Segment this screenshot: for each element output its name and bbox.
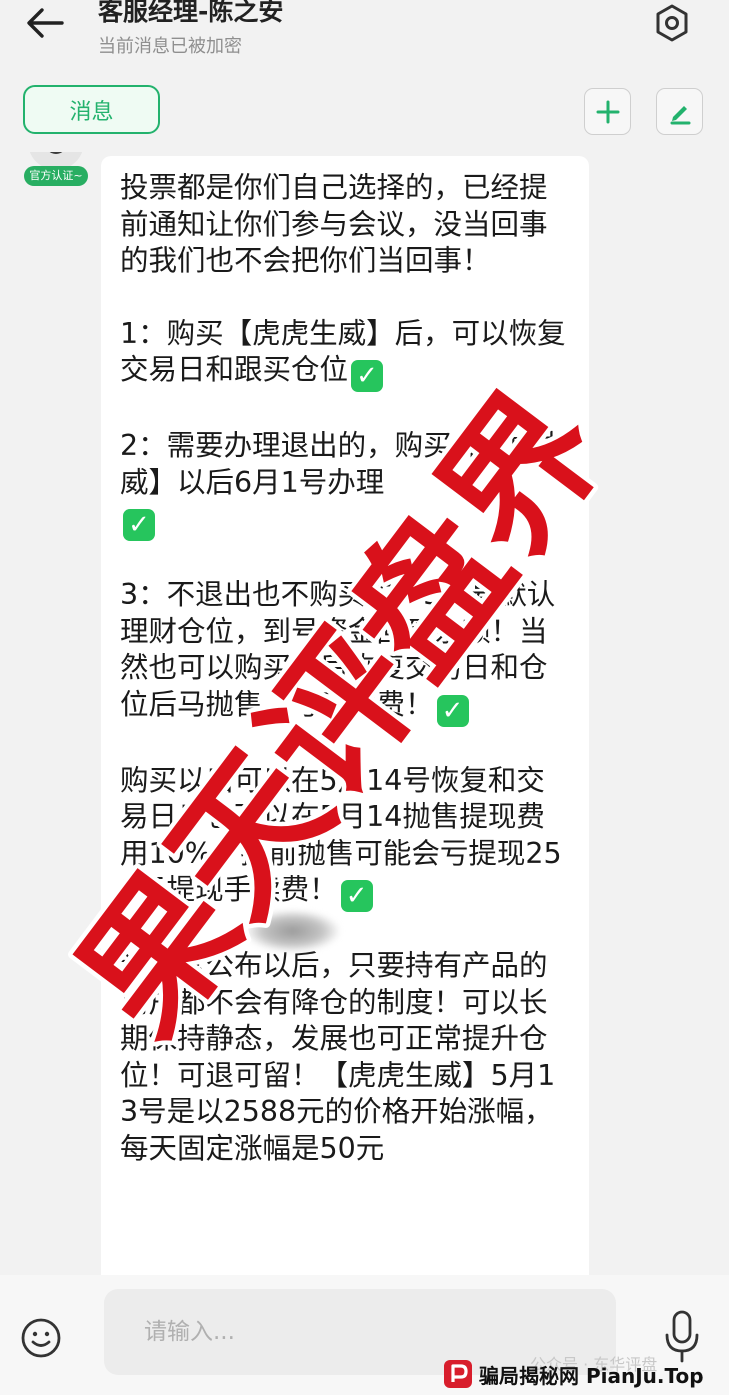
brand-text: 骗局揭秘网 PianJu.Top: [479, 1363, 704, 1388]
check-mark-icon: ✓: [351, 360, 384, 392]
smiley-icon: [21, 1318, 61, 1358]
settings-icon: [656, 4, 688, 42]
message-text: 3：不退出也不购买的，5月号默认理财仓位，到号资金回到余额！当然也可以购买以后恢…: [120, 578, 556, 721]
edit-button[interactable]: [656, 88, 703, 135]
settings-button[interactable]: [652, 2, 692, 44]
arrow-left-icon: [27, 8, 64, 38]
message-paragraph: 3：不退出也不购买的，5月号默认理财仓位，到号资金回到余额！当然也可以购买以后恢…: [120, 577, 571, 727]
message-paragraph: 投票都是你们自己选择的，已经提前通知让你们参与会议，没当回事的我们也不会把你们当…: [120, 170, 571, 280]
message-bubble[interactable]: 投票都是你们自己选择的，已经提前通知让你们参与会议，没当回事的我们也不会把你们当…: [101, 156, 589, 1286]
official-verified-badge: 官方认证~: [24, 166, 88, 186]
chat-title: 客服经理-陈之安: [98, 0, 284, 26]
pencil-icon: [670, 105, 690, 124]
tab-messages[interactable]: 消息: [23, 85, 160, 134]
message-text: 该制度公布以后，只要持有产品的用户都不会有降仓的制度！可以长期保持静态，发展也可…: [120, 949, 556, 1165]
message-text: 2：需要办理退出的，购买【虎虎生威】以后6月1号办理: [120, 429, 566, 499]
message-paragraph: 该制度公布以后，只要持有产品的用户都不会有降仓的制度！可以长期保持静态，发展也可…: [120, 948, 571, 1167]
brand-watermark: 骗局揭秘网 PianJu.Top: [443, 1357, 704, 1391]
check-mark-icon: ✓: [123, 509, 155, 541]
encryption-notice: 当前消息已被加密: [98, 36, 242, 57]
brand-logo-icon: [444, 1360, 472, 1388]
check-mark-icon: ✓: [340, 880, 373, 912]
check-mark-icon: ✓: [436, 694, 469, 727]
add-button[interactable]: [584, 88, 631, 135]
emoji-button[interactable]: [20, 1317, 62, 1359]
chat-header: 客服经理-陈之安 当前消息已被加密 消息: [0, 0, 729, 160]
message-text: 投票都是你们自己选择的，已经提前通知让你们参与会议，没当回事的我们也不会把你们当…: [120, 171, 548, 277]
redaction-blur: [245, 910, 340, 952]
back-button[interactable]: [22, 2, 68, 44]
message-text: 1：购买【虎虎生威】后，可以恢复交易日和跟买仓位: [120, 316, 566, 387]
plus-icon: [596, 100, 619, 123]
message-paragraph: 2：需要办理退出的，购买【虎虎生威】以后6月1号办理 ✓: [120, 428, 571, 541]
message-paragraph: 购买以后可以在5月14号恢复和交易日！也可以在5月14抛售提现费用10%，提前抛…: [120, 763, 571, 912]
message-paragraph: 1：购买【虎虎生威】后，可以恢复交易日和跟买仓位 ✓: [120, 316, 571, 392]
